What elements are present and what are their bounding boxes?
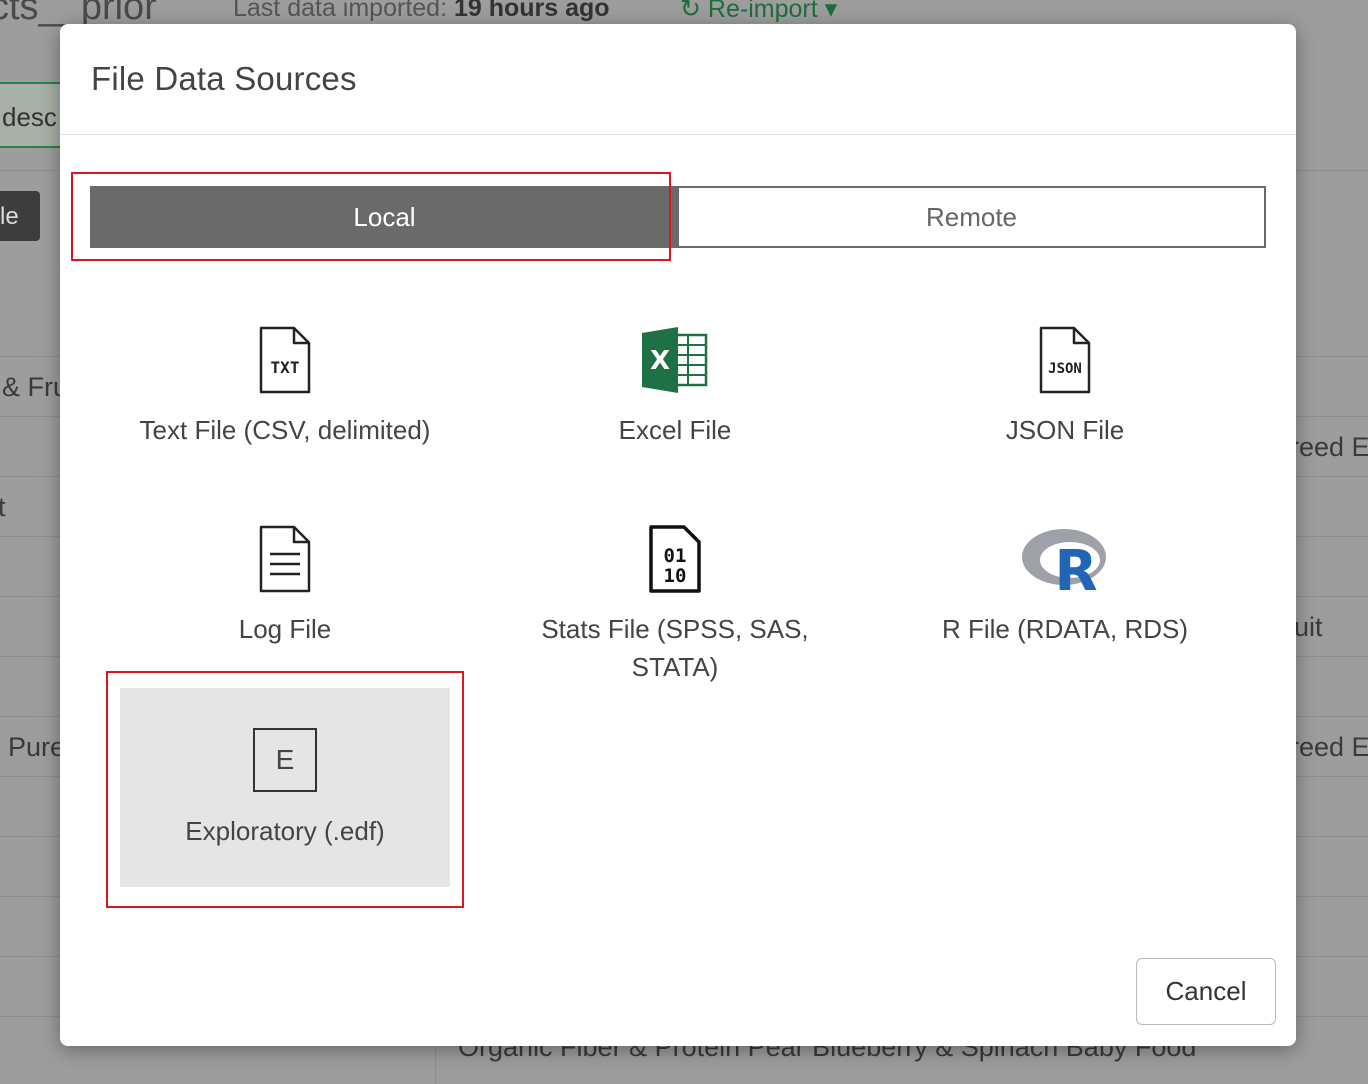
bg-import-status: Last data imported: 19 hours ago [233, 0, 610, 22]
dialog-header: File Data Sources [60, 24, 1296, 135]
bg-table-cell: reed E [1290, 732, 1368, 762]
bg-table-cell: reed E [1290, 432, 1368, 462]
source-stats-file-label: Stats File (SPSS, SAS, STATA) [541, 614, 809, 682]
excel-icon: X [642, 327, 708, 393]
bg-table-cell: uit [1294, 612, 1323, 642]
log-file-icon [259, 525, 311, 593]
dialog-title: File Data Sources [91, 60, 357, 97]
svg-text:JSON: JSON [1048, 361, 1082, 377]
bg-button: le [0, 191, 40, 241]
txt-file-icon: TXT [259, 326, 311, 394]
bg-table-cell: Pure [8, 732, 66, 762]
source-json-file[interactable]: JSON JSON File [900, 325, 1230, 449]
source-json-file-label: JSON File [1005, 415, 1125, 445]
source-text-file[interactable]: TXT Text File (CSV, delimited) [120, 325, 450, 449]
r-logo-icon: R [1022, 529, 1106, 594]
source-r-file-label: R File (RDATA, RDS) [941, 614, 1189, 644]
tab-local[interactable]: Local [90, 186, 679, 248]
source-stats-file[interactable]: 01 10 Stats File (SPSS, SAS, STATA) [510, 524, 840, 686]
svg-text:TXT: TXT [271, 358, 300, 377]
svg-text:10: 10 [664, 565, 687, 587]
source-excel-file[interactable]: X Excel File [510, 325, 840, 449]
svg-text:R: R [1054, 539, 1097, 594]
file-data-sources-dialog: File Data Sources Local Remote TXT Text … [60, 24, 1296, 1046]
json-file-icon: JSON [1039, 326, 1091, 394]
exploratory-e-icon: E [253, 728, 317, 792]
source-excel-file-label: Excel File [618, 415, 732, 445]
tab-remote[interactable]: Remote [679, 186, 1266, 248]
binary-file-icon: 01 10 [649, 525, 701, 593]
source-exploratory-edf-label: Exploratory (.edf) [185, 816, 385, 846]
source-text-file-label: Text File (CSV, delimited) [139, 415, 431, 445]
bg-table-cell: t [0, 492, 6, 522]
source-exploratory-edf[interactable]: E Exploratory (.edf) [120, 688, 450, 887]
svg-text:01: 01 [664, 545, 687, 567]
source-log-file-label: Log File [238, 614, 332, 644]
svg-text:X: X [650, 346, 670, 376]
source-log-file[interactable]: Log File [120, 524, 450, 648]
source-r-file[interactable]: R R File (RDATA, RDS) [900, 524, 1230, 648]
bg-table-cell: & Fru [2, 372, 69, 402]
bg-reimport-link: ↻ Re-import ▾ [680, 0, 838, 23]
source-location-tabs: Local Remote [90, 186, 1266, 248]
cancel-button[interactable]: Cancel [1136, 958, 1276, 1025]
